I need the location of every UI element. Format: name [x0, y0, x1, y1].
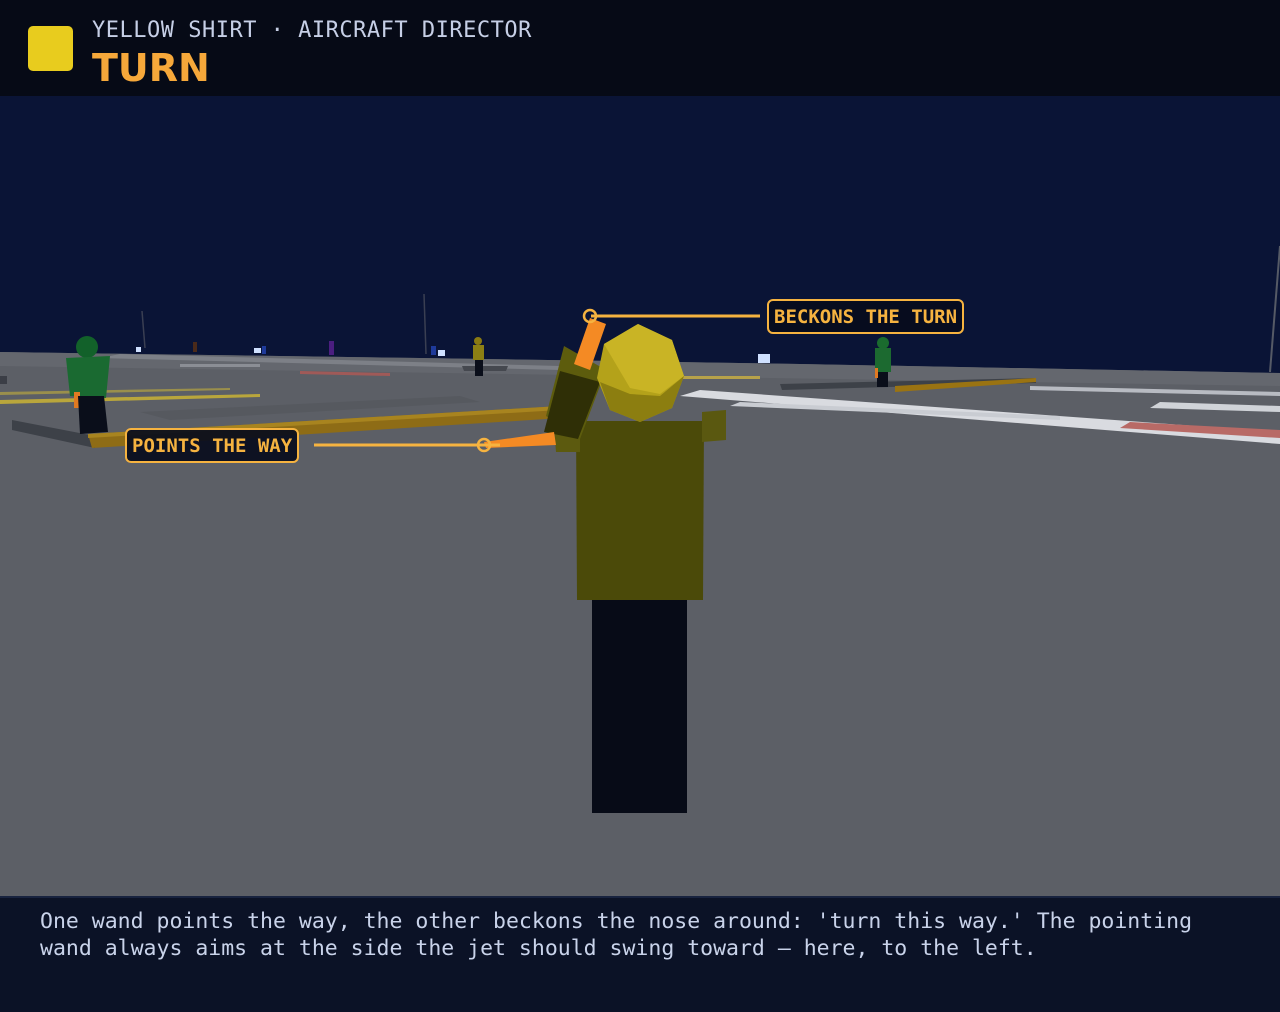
header-bar: YELLOW SHIRT · AIRCRAFT DIRECTOR TURN	[0, 0, 1280, 96]
signal-title: TURN	[92, 46, 210, 90]
callout-points-the-way: POINTS THE WAY	[125, 428, 300, 463]
signal-explanation: One wand points the way, the other becko…	[40, 909, 1193, 961]
flight-deck-scene	[0, 96, 1280, 896]
role-color-swatch-icon	[28, 26, 73, 71]
callout-beckons-the-turn: BECKONS THE TURN	[767, 299, 965, 334]
role-subtitle: YELLOW SHIRT · AIRCRAFT DIRECTOR	[92, 18, 532, 43]
caption-bar: One wand points the way, the other becko…	[0, 896, 1280, 1012]
